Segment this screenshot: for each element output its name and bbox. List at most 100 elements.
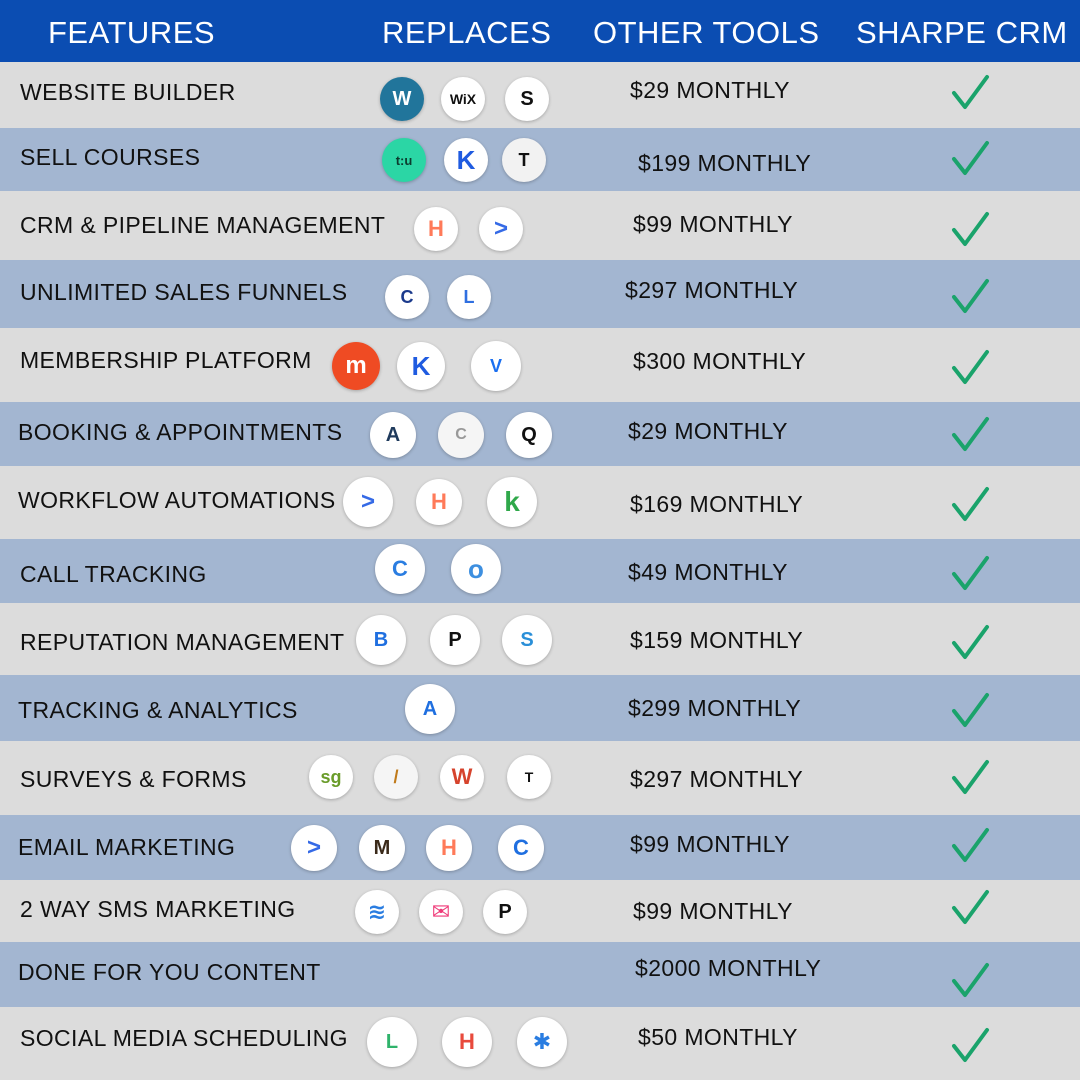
hubspot-icon: H	[426, 825, 472, 871]
other-tools-price: $99 MONTHLY	[633, 898, 793, 924]
other-tools-price: $297 MONTHLY	[630, 766, 804, 792]
layers-icon: ≋	[355, 890, 399, 934]
checkmark-icon	[952, 693, 989, 727]
header-other-tools: OTHER TOOLS	[593, 15, 820, 50]
table-row-unlimited-sales-funnels: UNLIMITED SALES FUNNELS C L $297 MONTHLY	[0, 260, 1080, 328]
checkmark-icon	[952, 487, 989, 521]
teachable-icon: t:u	[382, 138, 426, 182]
checkmark-icon	[952, 556, 989, 590]
checkmark-icon	[952, 417, 989, 451]
checkmark-icon	[952, 760, 989, 794]
birdeye-icon: B	[356, 615, 406, 665]
hootsuite-icon: H	[442, 1017, 492, 1067]
hubspot-icon: H	[416, 479, 462, 525]
replaced-tools: sg / W T	[0, 741, 1080, 815]
other-tools-price: $99 MONTHLY	[630, 831, 790, 857]
kajabi-icon: K	[444, 138, 488, 182]
checkmark-icon	[952, 828, 989, 862]
clickfunnels-icon: C	[385, 275, 429, 319]
activecampaign-icon: >	[343, 477, 393, 527]
replaced-tools: H >	[0, 191, 1080, 260]
replaced-tools: ACQ	[0, 402, 1080, 466]
other-tools-price: $159 MONTHLY	[630, 627, 804, 653]
checkmark-icon	[952, 279, 989, 313]
other-tools-price: $2000 MONTHLY	[635, 955, 822, 981]
replaced-tools: L H ✱	[0, 1007, 1080, 1080]
checkmark-icon	[952, 890, 989, 924]
other-tools-price: $297 MONTHLY	[625, 277, 799, 303]
envelope-icon: ✉	[419, 890, 463, 934]
podium-icon: P	[430, 615, 480, 665]
other-tools-price: $29 MONTHLY	[630, 77, 790, 103]
mailchimp-icon: M	[359, 825, 405, 871]
replaced-tools: t:u K T	[0, 128, 1080, 191]
acuity-icon: A	[370, 412, 416, 458]
table-row-crm-and-pipeline-management: CRM & PIPELINE MANAGEMENT H > $99 MONTHLY	[0, 191, 1080, 260]
replaced-tools: mKV	[0, 328, 1080, 402]
table-row-done-for-you-content: DONE FOR YOU CONTENT $2000 MONTHLY	[0, 942, 1080, 1007]
activecampaign-icon: >	[291, 825, 337, 871]
thinkific-icon: T	[502, 138, 546, 182]
checkmark-icon	[952, 1028, 989, 1062]
squarespace-icon: S	[505, 77, 549, 121]
analytics-icon: A	[405, 684, 455, 734]
checkmark-icon	[952, 141, 989, 175]
table-row-social-media-scheduling: SOCIAL MEDIA SCHEDULING L H ✱ $50 MONTHLY	[0, 1007, 1080, 1080]
replaced-tools: > M H C	[0, 815, 1080, 880]
header-replaces: REPLACES	[382, 15, 552, 50]
other-tools-price: $300 MONTHLY	[633, 348, 807, 374]
table-row-2-way-sms-marketing: 2 WAY SMS MARKETING ≋ ✉ P $99 MONTHLY	[0, 880, 1080, 942]
replaced-tools: Co	[0, 539, 1080, 603]
other-tools-price: $299 MONTHLY	[628, 695, 802, 721]
activecampaign-icon: >	[479, 207, 523, 251]
header-features: FEATURES	[48, 15, 216, 50]
other-tools-price: $99 MONTHLY	[633, 211, 793, 237]
header-brand: SHARPE CRM	[856, 15, 1068, 50]
table-row-booking-and-appointments: BOOKING & APPOINTMENTS A C Q $29 MONTHLY	[0, 402, 1080, 466]
table-row-reputation-management: REPUTATION MANAGEMENT B P S $159 MONTHLY	[0, 603, 1080, 675]
callrail-icon: C	[375, 544, 425, 594]
replaced-tools: > Hk	[0, 466, 1080, 539]
table-row-surveys-and-forms: SURVEYS & FORMS sg / W T $297 MONTHLY	[0, 741, 1080, 815]
replaced-tools	[0, 942, 1080, 1007]
other-tools-price: $169 MONTHLY	[630, 491, 804, 517]
phone-ring-icon: o	[451, 544, 501, 594]
comparison-table: FEATURES REPLACES OTHER TOOLS SHARPE CRM…	[0, 0, 1080, 1080]
typeform-icon: T	[507, 755, 551, 799]
other-tools-price: $49 MONTHLY	[628, 559, 788, 585]
leadpages-icon: L	[447, 275, 491, 319]
table-row-website-builder: WEBSITE BUILDER W WiX S $29 MONTHLY	[0, 62, 1080, 128]
table-row-tracking-and-analytics: TRACKING & ANALYTICS A $299 MONTHLY	[0, 675, 1080, 741]
checkmark-icon	[952, 75, 989, 109]
pen-icon: /	[374, 755, 418, 799]
keap-icon: k	[487, 477, 537, 527]
replaced-tools: CL	[0, 260, 1080, 328]
table-row-email-marketing: EMAIL MARKETING > M H C $99 MONTHLY	[0, 815, 1080, 880]
other-tools-price: $199 MONTHLY	[638, 150, 812, 176]
video-icon: V	[471, 341, 521, 391]
checkmark-icon	[952, 350, 989, 384]
wix-icon: WiX	[441, 77, 485, 121]
wordpress-icon: W	[380, 77, 424, 121]
replaced-tools: BPS	[0, 603, 1080, 675]
surveygizmo-icon: sg	[309, 755, 353, 799]
podium-icon: P	[483, 890, 527, 934]
hubspot-icon: H	[414, 207, 458, 251]
other-tools-price: $29 MONTHLY	[628, 418, 788, 444]
replaced-tools: ≋ ✉ P	[0, 880, 1080, 942]
other-tools-price: $50 MONTHLY	[638, 1024, 798, 1050]
checkmark-icon	[952, 212, 989, 246]
sprout-icon: ✱	[517, 1017, 567, 1067]
table-header: FEATURES REPLACES OTHER TOOLS SHARPE CRM	[0, 0, 1080, 62]
table-row-membership-platform: MEMBERSHIP PLATFORM m K V $300 MONTHLY	[0, 328, 1080, 402]
table-row-call-tracking: CALL TRACKING Co $49 MONTHLY	[0, 539, 1080, 603]
memberpress-icon: m	[332, 342, 380, 390]
constant-contact-icon: C	[498, 825, 544, 871]
later-icon: L	[367, 1017, 417, 1067]
q-icon: Q	[506, 412, 552, 458]
table-row-workflow-automations: WORKFLOW AUTOMATIONS > Hk $169 MONTHLY	[0, 466, 1080, 539]
replaced-tools: A	[0, 675, 1080, 741]
checkmark-icon	[952, 963, 989, 997]
calendar-icon: C	[438, 412, 484, 458]
table-row-sell-courses: SELL COURSES t:u K T $199 MONTHLY	[0, 128, 1080, 191]
